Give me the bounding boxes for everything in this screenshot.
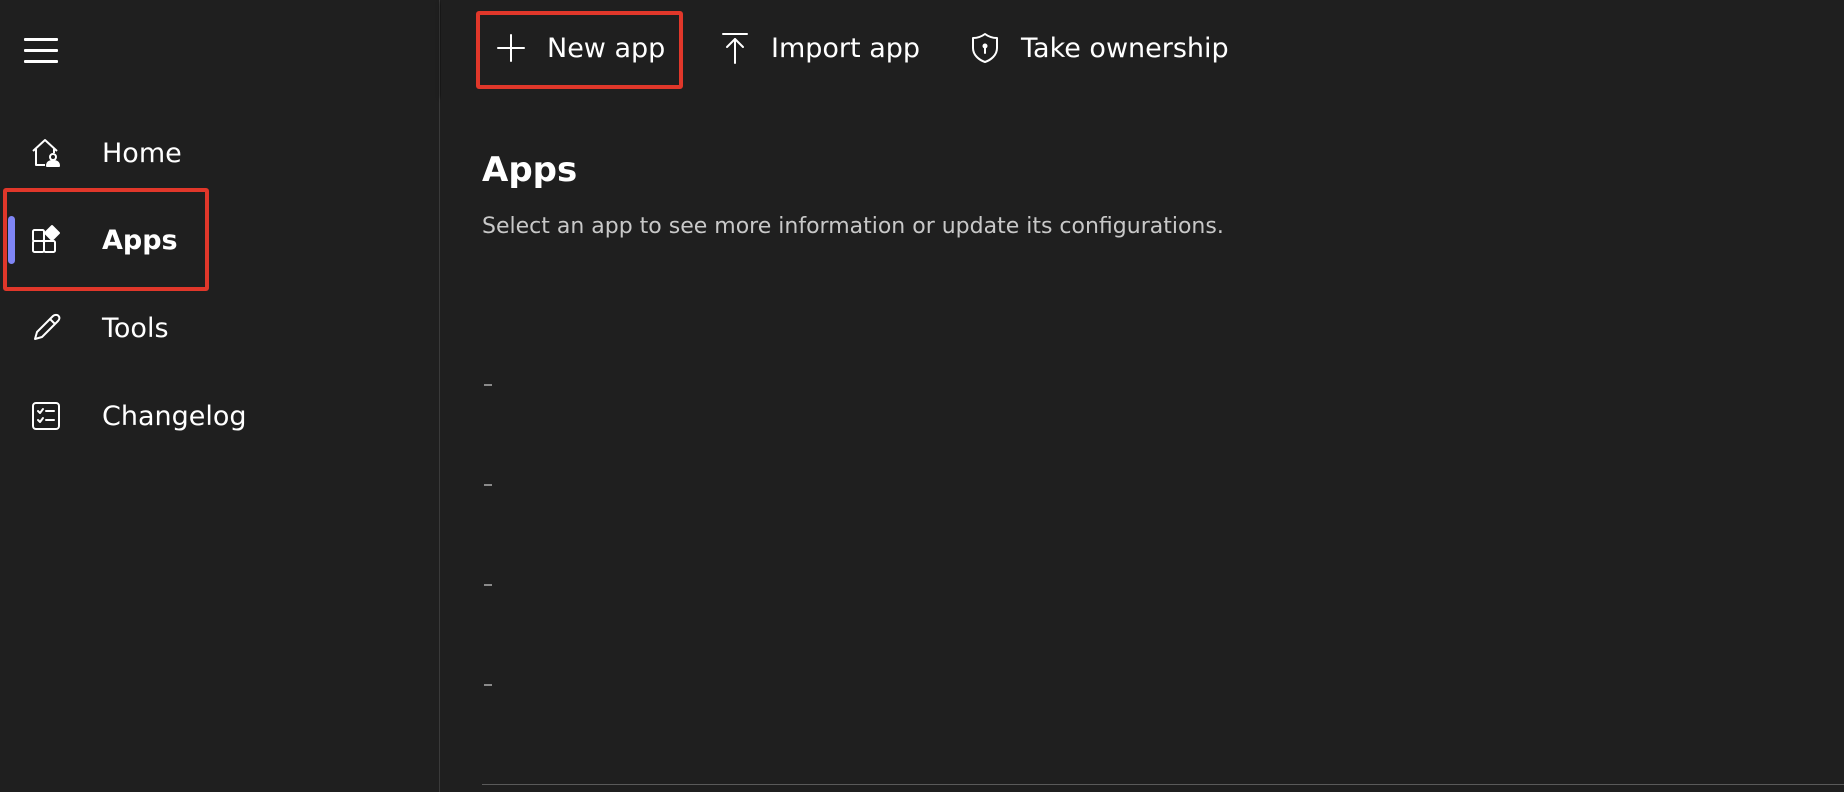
active-indicator — [8, 216, 15, 264]
command-bar: New app Import app Take ownership — [441, 0, 1844, 96]
pencil-icon — [28, 310, 64, 346]
sidebar-item-home[interactable]: Home — [0, 117, 440, 189]
app-window: Home Apps Tools Changelog New app Import… — [0, 0, 1844, 792]
sidebar: Home Apps Tools Changelog — [0, 0, 440, 792]
loading-placeholder — [484, 484, 492, 486]
apps-icon — [28, 222, 64, 258]
loading-placeholder — [484, 584, 492, 586]
hamburger-icon[interactable] — [24, 30, 68, 70]
sidebar-item-label: Tools — [102, 312, 169, 344]
divider — [482, 784, 1844, 785]
plus-icon — [493, 30, 529, 66]
shield-lock-icon — [967, 30, 1003, 66]
take-ownership-label: Take ownership — [1021, 32, 1229, 64]
sidebar-item-apps[interactable]: Apps — [0, 204, 440, 276]
sidebar-item-tools[interactable]: Tools — [0, 292, 440, 364]
home-person-icon — [28, 135, 64, 171]
loading-placeholder — [484, 384, 492, 386]
new-app-button[interactable]: New app — [493, 16, 665, 80]
import-app-button[interactable]: Import app — [717, 16, 920, 80]
take-ownership-button[interactable]: Take ownership — [967, 16, 1229, 80]
page-title: Apps — [482, 150, 578, 190]
sidebar-item-label: Changelog — [102, 400, 247, 432]
upload-icon — [717, 30, 753, 66]
sidebar-item-label: Home — [102, 137, 182, 169]
new-app-label: New app — [547, 32, 666, 64]
checklist-icon — [28, 398, 64, 434]
page-subtitle: Select an app to see more information or… — [482, 214, 1224, 239]
import-app-label: Import app — [771, 32, 921, 64]
main-content: Apps Select an app to see more informati… — [441, 96, 1844, 792]
loading-placeholder — [484, 684, 492, 686]
sidebar-item-changelog[interactable]: Changelog — [0, 380, 440, 452]
sidebar-item-label: Apps — [102, 224, 178, 256]
